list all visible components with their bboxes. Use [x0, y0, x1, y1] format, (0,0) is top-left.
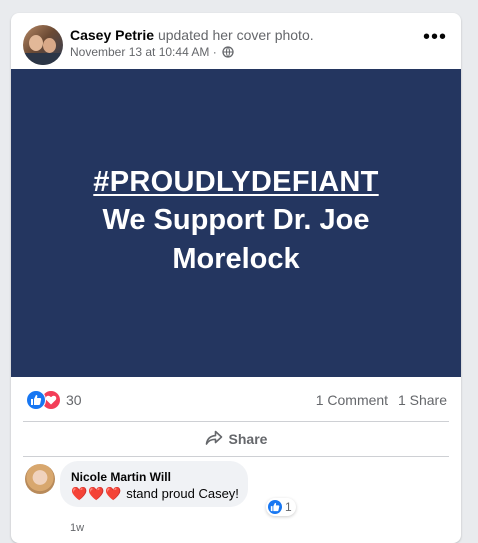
comment-body: stand proud Casey! [126, 486, 239, 501]
commenter-avatar[interactable] [25, 464, 55, 494]
more-options-button[interactable]: ••• [423, 27, 447, 49]
share-label: Share [228, 431, 268, 447]
post-actions: Share [11, 422, 461, 456]
heart-emojis: ❤️❤️❤️ [71, 486, 123, 501]
share-button[interactable]: Share [191, 424, 281, 454]
like-icon[interactable] [26, 390, 46, 410]
like-icon [268, 500, 282, 514]
meta-separator: · [212, 45, 217, 59]
share-count[interactable]: 1 Share [398, 392, 447, 408]
post-timestamp[interactable]: November 13 at 10:44 AM [70, 45, 209, 59]
cover-hashtag-text: #PROUDLYDEFIANT [93, 166, 379, 198]
post-headline: Casey Petrie updated her cover photo. [70, 26, 314, 44]
comment-time[interactable]: 1w [70, 521, 84, 535]
engagement-counts: 1 Comment 1 Share [310, 391, 447, 409]
comment-count[interactable]: 1 Comment [316, 392, 388, 408]
post-action-text: updated her cover photo. [157, 27, 314, 43]
comment-item: Nicole Martin Will ❤️❤️❤️ stand proud Ca… [11, 461, 461, 534]
cover-photo[interactable]: #PROUDLYDEFIANT We Support Dr. Joe Morel… [11, 69, 461, 377]
comment-bubble: Nicole Martin Will ❤️❤️❤️ stand proud Ca… [60, 461, 296, 516]
author-name[interactable]: Casey Petrie [70, 27, 154, 43]
divider [23, 456, 449, 457]
post-meta: November 13 at 10:44 AM · [70, 44, 234, 62]
post-stats: 30 1 Comment 1 Share [11, 377, 461, 421]
avatar-face-left [29, 35, 43, 51]
avatar-body [23, 53, 63, 65]
post-card: Casey Petrie updated her cover photo. No… [11, 13, 461, 543]
comment-reactions[interactable]: 1 [266, 498, 296, 516]
commenter-name[interactable]: Nicole Martin Will [71, 469, 171, 485]
comment-text: ❤️❤️❤️ stand proud Casey! [71, 485, 239, 503]
share-arrow-icon [205, 430, 223, 449]
reaction-count[interactable]: 30 [66, 391, 82, 409]
avatar-face-right [43, 38, 56, 53]
comment-reaction-count: 1 [285, 500, 292, 514]
cover-message: We Support Dr. Joe Morelock [102, 204, 370, 275]
post-header: Casey Petrie updated her cover photo. No… [11, 13, 461, 69]
cover-hashtag: #PROUDLYDEFIANT [11, 165, 461, 199]
author-avatar[interactable] [23, 25, 63, 65]
globe-icon[interactable] [222, 46, 234, 62]
